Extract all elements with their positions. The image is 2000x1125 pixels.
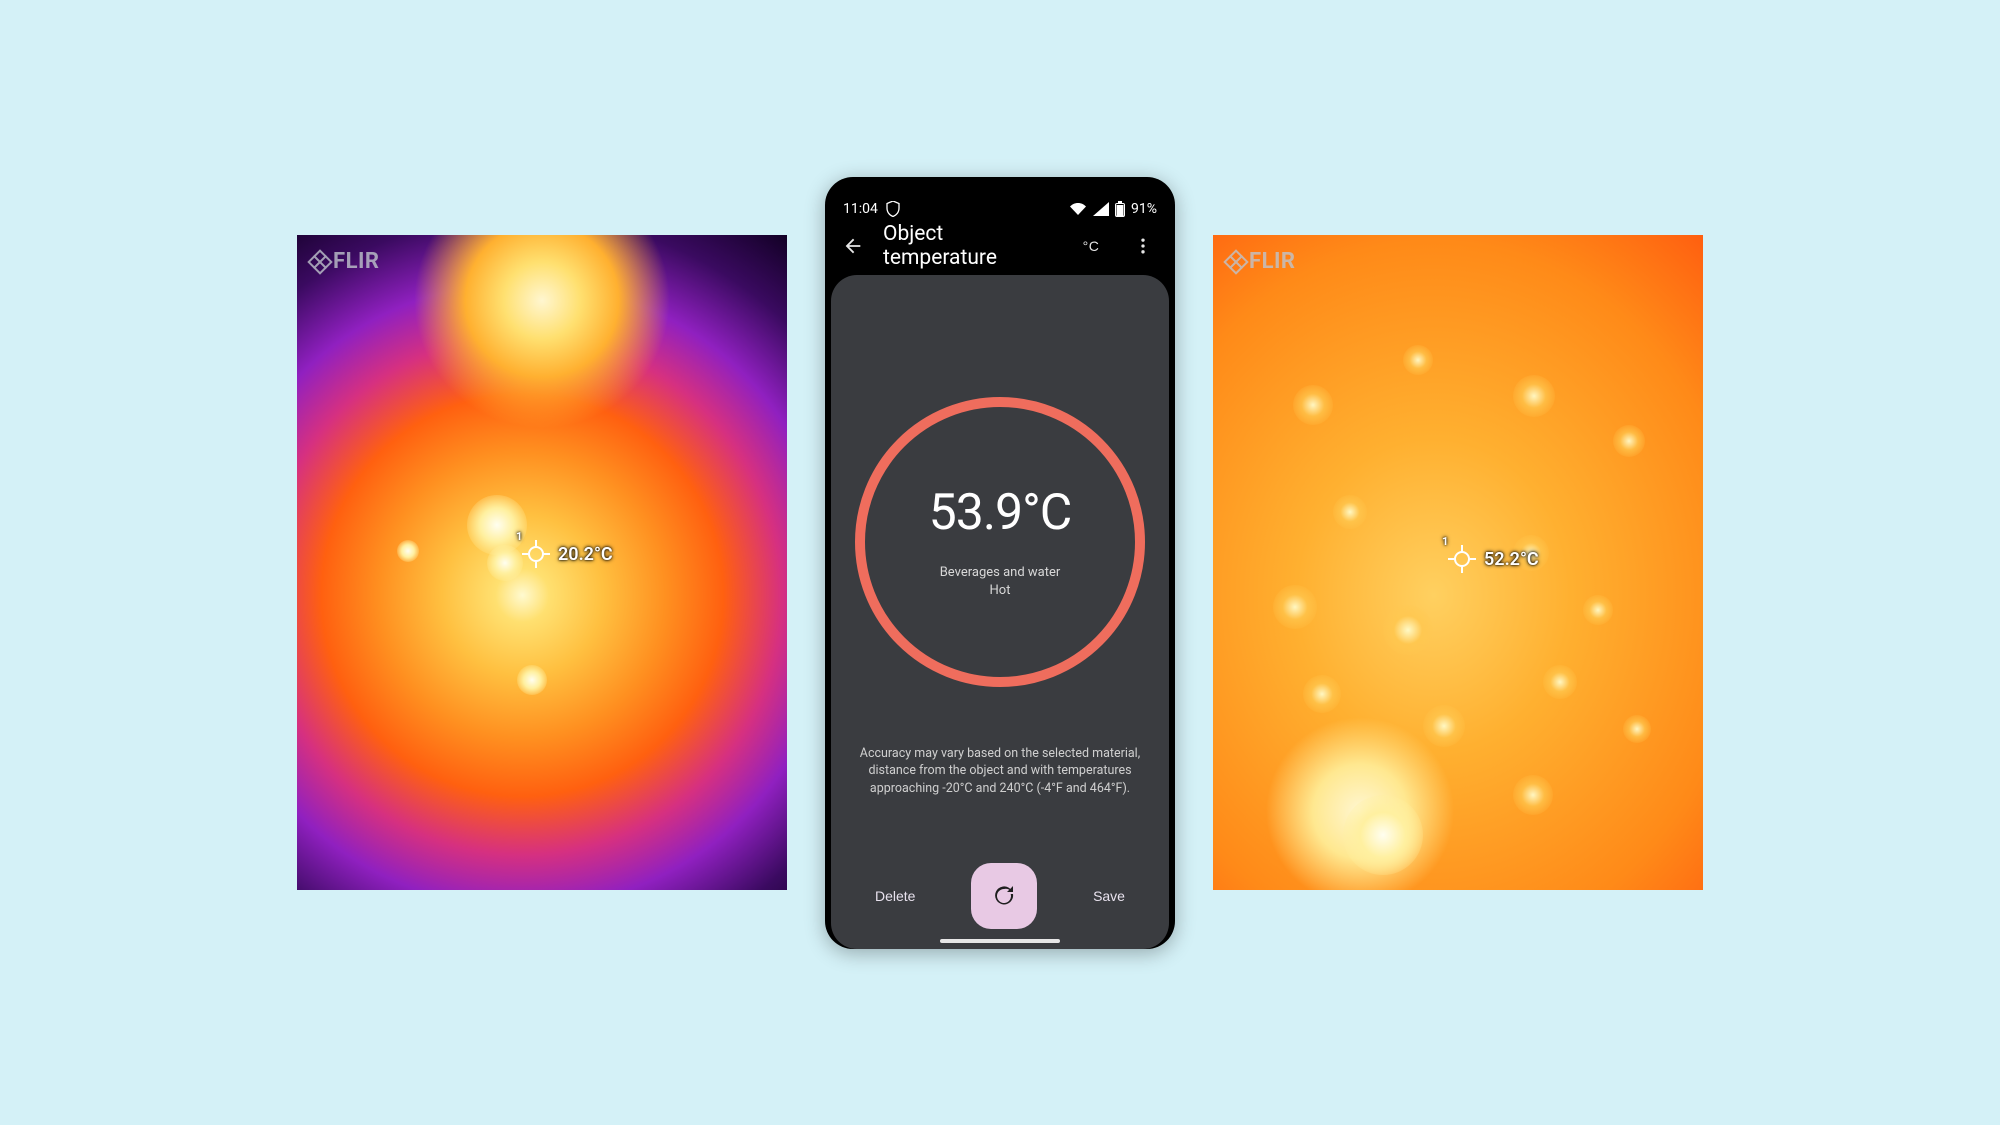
- battery-icon: [1115, 201, 1125, 217]
- hotspot: [1543, 665, 1577, 699]
- more-vert-icon: [1133, 236, 1153, 256]
- temperature-category: Beverages and water Hot: [940, 564, 1061, 599]
- unit-label: °C: [1083, 238, 1100, 254]
- temperature-ring: 53.9°C Beverages and water Hot: [855, 397, 1145, 687]
- hotspot: [517, 665, 547, 695]
- status-bar: 11:04 91%: [825, 177, 1175, 217]
- hotspot: [1513, 775, 1553, 815]
- refresh-button[interactable]: [971, 863, 1037, 929]
- flir-thermal-right: FLIR 1 52.2°C: [1213, 235, 1703, 890]
- category-material: Beverages and water: [940, 564, 1061, 582]
- status-battery-pct: 91%: [1131, 201, 1157, 217]
- crosshair-temp-value: 52.2°C: [1484, 549, 1539, 570]
- app-bar: Object temperature °C: [825, 217, 1175, 275]
- reading-card: 53.9°C Beverages and water Hot Accuracy …: [831, 275, 1169, 949]
- flir-brand-text: FLIR: [1249, 249, 1296, 274]
- crosshair-temp-value: 20.2°C: [558, 544, 613, 565]
- action-row: Delete Save: [849, 863, 1151, 933]
- flir-logo: FLIR: [311, 249, 380, 274]
- temperature-crosshair: 1 20.2°C: [522, 540, 613, 568]
- crosshair-icon: 1: [522, 540, 550, 568]
- hotspot: [1383, 605, 1433, 655]
- flir-diamond-icon: [1223, 249, 1248, 274]
- crosshair-index: 1: [516, 530, 522, 543]
- flir-brand-text: FLIR: [333, 249, 380, 274]
- hotspot: [1303, 675, 1341, 713]
- hotspot: [1423, 705, 1465, 747]
- overflow-menu-button[interactable]: [1121, 224, 1165, 268]
- hotspot: [1293, 385, 1333, 425]
- cellular-signal-icon: [1093, 202, 1109, 216]
- category-level: Hot: [940, 582, 1061, 600]
- hotspot: [1513, 375, 1555, 417]
- hotspot: [1583, 595, 1613, 625]
- crosshair-index: 1: [1442, 535, 1448, 548]
- status-time: 11:04: [843, 201, 878, 217]
- delete-button[interactable]: Delete: [871, 878, 919, 914]
- flir-logo: FLIR: [1227, 249, 1296, 274]
- phone-frame: 11:04 91% Object temperature °C: [825, 177, 1175, 949]
- hotspot: [1343, 795, 1423, 875]
- hotspot: [487, 545, 523, 581]
- back-button[interactable]: [831, 224, 875, 268]
- temperature-crosshair: 1 52.2°C: [1448, 545, 1539, 573]
- flir-thermal-left: FLIR 1 20.2°C: [297, 235, 787, 890]
- shield-icon: [886, 201, 900, 217]
- hotspot: [1273, 585, 1317, 629]
- save-button[interactable]: Save: [1089, 878, 1129, 914]
- refresh-icon: [992, 884, 1016, 908]
- hotspot: [1623, 715, 1651, 743]
- unit-toggle-button[interactable]: °C: [1069, 224, 1113, 268]
- hotspot: [397, 540, 419, 562]
- wifi-icon: [1069, 202, 1087, 216]
- crosshair-icon: 1: [1448, 545, 1476, 573]
- hotspot: [1333, 495, 1367, 529]
- temperature-value: 53.9°C: [929, 484, 1072, 542]
- flir-diamond-icon: [307, 249, 332, 274]
- hotspot: [1403, 345, 1433, 375]
- hotspot: [1613, 425, 1645, 457]
- arrow-left-icon: [842, 235, 864, 257]
- gesture-nav-bar[interactable]: [940, 939, 1060, 943]
- page-title: Object temperature: [883, 222, 1061, 270]
- accuracy-disclaimer: Accuracy may vary based on the selected …: [849, 745, 1151, 798]
